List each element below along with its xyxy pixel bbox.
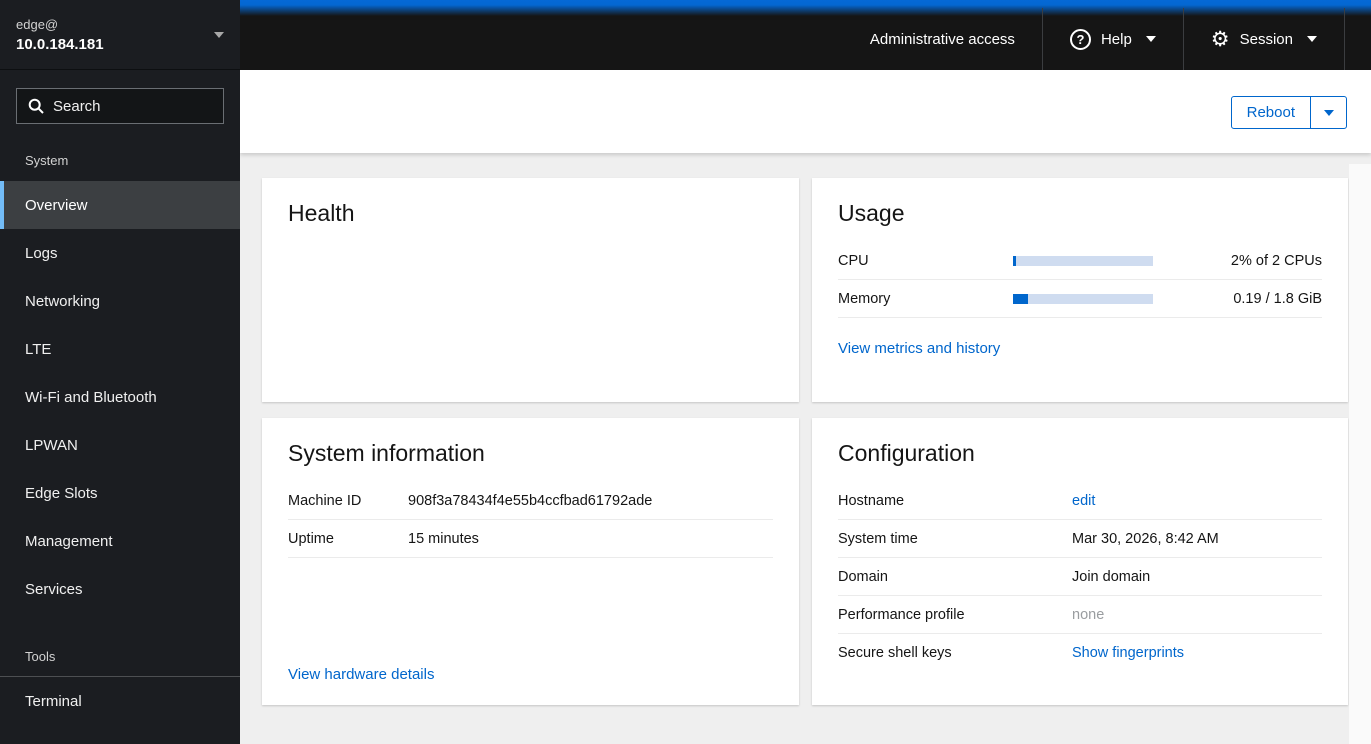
admin-access-label: Administrative access xyxy=(869,30,1015,48)
memory-label: Memory xyxy=(838,290,891,307)
caret-down-icon xyxy=(1307,36,1317,42)
machine-id-label: Machine ID xyxy=(288,492,362,509)
secure-shell-keys-row: Secure shell keys Show fingerprints xyxy=(838,634,1322,672)
memory-usage-value: 0.19 / 1.8 GiB xyxy=(1233,290,1322,307)
join-domain-button[interactable]: Join domain xyxy=(1072,569,1150,585)
help-menu-button[interactable]: ? Help xyxy=(1043,8,1183,70)
cpu-progress-fill xyxy=(1013,255,1016,266)
card-grid: Health Usage CPU 2% of 2 CPUs Memory 0.1… xyxy=(262,178,1348,705)
session-menu-button[interactable]: ⚙ Session xyxy=(1184,8,1344,70)
caret-down-icon xyxy=(214,31,224,38)
reboot-button[interactable]: Reboot xyxy=(1232,97,1311,128)
question-circle-icon: ? xyxy=(1069,28,1091,50)
sidebar-section-system: System xyxy=(25,153,69,168)
help-label: Help xyxy=(1100,30,1132,48)
scrollbar[interactable] xyxy=(1349,164,1371,744)
masthead: Administrative access ? Help ⚙ Session xyxy=(240,0,1371,70)
host-address: 10.0.184.181 xyxy=(16,35,104,53)
sidebar-section-tools: Tools xyxy=(25,649,56,664)
uptime-row: Uptime 15 minutes xyxy=(288,520,773,558)
domain-row: Domain Join domain xyxy=(838,558,1322,596)
usage-row-cpu: CPU 2% of 2 CPUs xyxy=(838,242,1322,280)
search-input[interactable] xyxy=(53,97,252,115)
sidebar-item-overview[interactable]: Overview xyxy=(0,181,240,229)
reboot-split-button: Reboot xyxy=(1230,96,1347,129)
hostname-edit-link[interactable]: edit xyxy=(1072,493,1095,509)
sidebar-item-networking[interactable]: Networking xyxy=(0,277,240,325)
masthead-toolbar: Administrative access ? Help ⚙ Session xyxy=(240,8,1371,70)
cockpit-app: edge@ 10.0.184.181 System Overview Logs … xyxy=(0,0,1371,744)
sidebar-item-lte[interactable]: LTE xyxy=(0,325,240,373)
sidebar-search[interactable] xyxy=(16,88,252,124)
sidebar-item-logs[interactable]: Logs xyxy=(0,229,240,277)
host-switcher[interactable]: edge@ 10.0.184.181 xyxy=(0,0,240,70)
gear-icon: ⚙ xyxy=(1210,27,1230,51)
memory-progress-bar xyxy=(1013,293,1153,304)
usage-card-title: Usage xyxy=(838,200,905,226)
domain-label: Domain xyxy=(838,568,888,585)
system-time-label: System time xyxy=(838,530,918,547)
health-card-title: Health xyxy=(288,200,355,226)
session-label: Session xyxy=(1239,30,1293,48)
secure-shell-keys-label: Secure shell keys xyxy=(838,645,952,661)
caret-down-icon xyxy=(1145,36,1156,42)
sidebar-item-terminal[interactable]: Terminal xyxy=(0,677,240,725)
usage-card: Usage CPU 2% of 2 CPUs Memory 0.19 / 1.8… xyxy=(812,178,1348,402)
health-card: Health xyxy=(262,178,799,402)
uptime-label: Uptime xyxy=(288,530,334,547)
usage-row-memory: Memory 0.19 / 1.8 GiB xyxy=(838,280,1322,318)
configuration-table: Hostname edit System time Mar 30, 2026, … xyxy=(838,482,1322,672)
usage-table: CPU 2% of 2 CPUs Memory 0.19 / 1.8 GiB xyxy=(838,242,1322,318)
caret-down-icon xyxy=(1323,109,1334,116)
uptime-value: 15 minutes xyxy=(408,530,479,547)
admin-access-indicator[interactable]: Administrative access xyxy=(843,8,1042,70)
memory-progress-fill xyxy=(1013,293,1028,304)
cpu-progress-bar xyxy=(1013,255,1153,266)
configuration-title: Configuration xyxy=(838,440,975,466)
system-time-value[interactable]: Mar 30, 2026, 8:42 AM xyxy=(1072,531,1219,547)
sidebar: edge@ 10.0.184.181 System Overview Logs … xyxy=(0,0,252,744)
configuration-card: Configuration Hostname edit System time … xyxy=(812,418,1348,705)
performance-profile-row: Performance profile none xyxy=(838,596,1322,634)
masthead-spacer xyxy=(1345,8,1371,70)
sidebar-item-wifi-bluetooth[interactable]: Wi-Fi and Bluetooth xyxy=(0,373,240,421)
host-info: edge@ 10.0.184.181 xyxy=(16,17,104,53)
hostname-label: Hostname xyxy=(838,492,905,509)
system-information-table: Machine ID 908f3a78434f4e55b4ccfbad61792… xyxy=(288,482,773,558)
system-information-card: System information Machine ID 908f3a7843… xyxy=(262,418,799,705)
sidebar-item-edge-slots[interactable]: Edge Slots xyxy=(0,469,240,517)
view-hardware-details-link[interactable]: View hardware details xyxy=(288,666,773,683)
page-toolbar: Reboot xyxy=(240,70,1371,153)
cpu-label: CPU xyxy=(838,252,869,269)
system-time-row: System time Mar 30, 2026, 8:42 AM xyxy=(838,520,1322,558)
search-icon xyxy=(28,98,44,114)
view-metrics-link[interactable]: View metrics and history xyxy=(838,340,1322,357)
host-user: edge@ xyxy=(16,16,59,32)
machine-id-value: 908f3a78434f4e55b4ccfbad61792ade xyxy=(408,492,653,509)
sidebar-item-management[interactable]: Management xyxy=(0,517,240,565)
cpu-usage-value: 2% of 2 CPUs xyxy=(1230,252,1322,269)
show-fingerprints-link[interactable]: Show fingerprints xyxy=(1072,645,1184,661)
sidebar-item-services[interactable]: Services xyxy=(0,565,240,613)
performance-profile-label: Performance profile xyxy=(838,606,965,623)
system-information-title: System information xyxy=(288,440,485,466)
hostname-row: Hostname edit xyxy=(838,482,1322,520)
machine-id-row: Machine ID 908f3a78434f4e55b4ccfbad61792… xyxy=(288,482,773,520)
reboot-dropdown-toggle[interactable] xyxy=(1311,97,1346,128)
overview-content: Health Usage CPU 2% of 2 CPUs Memory 0.1… xyxy=(240,153,1371,744)
sidebar-item-lpwan[interactable]: LPWAN xyxy=(0,421,240,469)
performance-profile-value: none xyxy=(1072,606,1105,623)
